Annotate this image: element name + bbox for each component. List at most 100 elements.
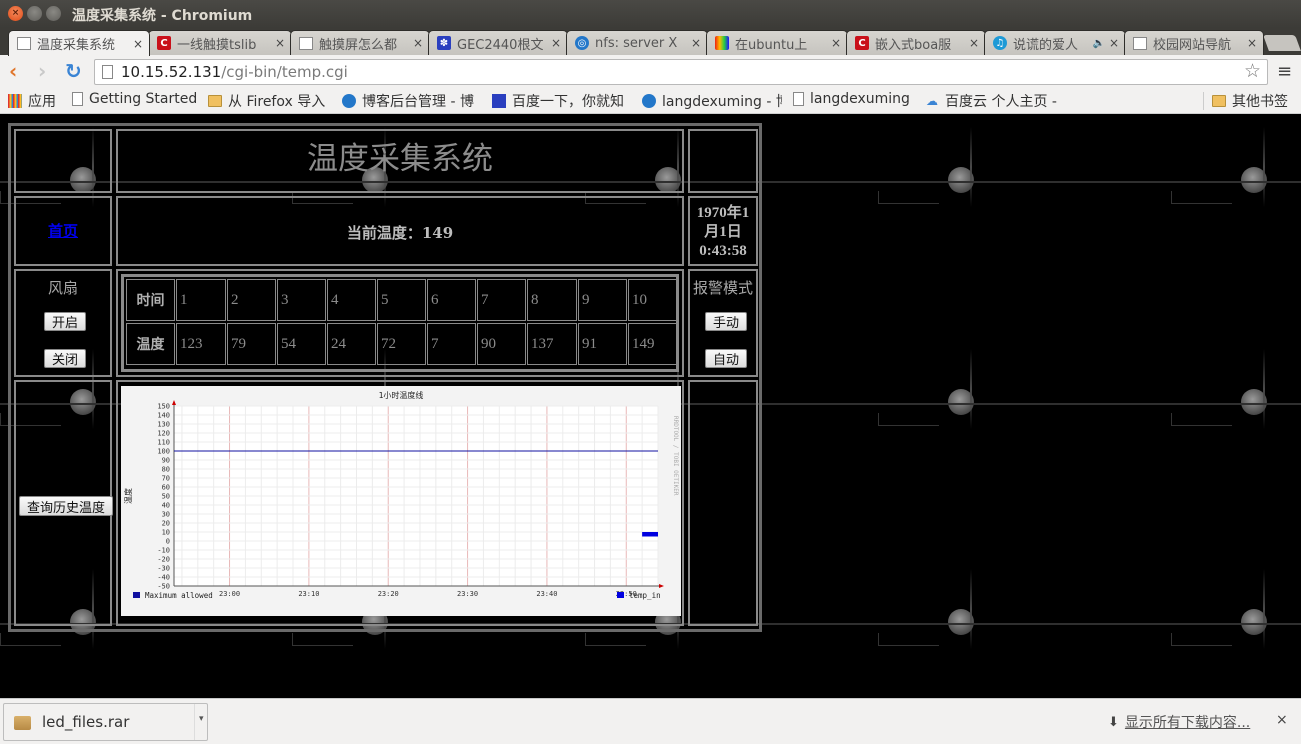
time-cell: 9 — [578, 279, 627, 321]
page-icon — [102, 65, 113, 79]
bookmark-star-icon[interactable]: ☆ — [1244, 60, 1261, 82]
bookmark-label: 应用 — [28, 94, 56, 110]
url-text[interactable]: 10.15.52.131/cgi-bin/temp.cgi — [121, 63, 348, 81]
tab[interactable]: 触摸屏怎么都 × — [290, 30, 430, 55]
tab-close-icon[interactable]: × — [275, 36, 285, 50]
y-tick-label: 110 — [157, 439, 170, 447]
bookmark-item[interactable]: 博客后台管理 - 博 — [342, 91, 474, 111]
chart-svg: 1501401301201101009080706050403020100-10… — [123, 390, 679, 600]
temp-cell: 72 — [377, 323, 426, 365]
tab-close-icon[interactable]: × — [133, 37, 143, 51]
window-maximize-button[interactable] — [46, 6, 61, 21]
temp-cell: 54 — [277, 323, 326, 365]
tab-close-icon[interactable]: × — [1247, 36, 1257, 50]
bookmark-item[interactable]: Getting Started — [72, 91, 197, 107]
temperature-data-table: 时间 1 2 3 4 5 6 7 8 9 10 温度 123 79 54 24 72 7 90 137 91 149 — [121, 274, 679, 372]
url-path: /cgi-bin/temp.cgi — [221, 63, 348, 81]
bookmark-other[interactable]: 其他书签 — [1212, 91, 1288, 111]
bookmark-item[interactable]: 从 Firefox 导入 — [208, 91, 325, 111]
time-cell: 4 — [327, 279, 376, 321]
page-icon — [299, 36, 313, 50]
download-item-divider — [194, 704, 195, 740]
home-link[interactable]: 首页 — [16, 220, 110, 241]
main-layout-table: 温度采集系统 首页 当前温度：149 1970年1 月1日 0:43:58 风扇… — [8, 123, 762, 632]
header-left-cell — [14, 129, 112, 193]
tab[interactable]: C 一线触摸tslib × — [148, 30, 292, 55]
bookmark-item[interactable]: 应用 — [8, 91, 56, 111]
temp-cell: 90 — [477, 323, 526, 365]
new-tab-button[interactable] — [1263, 35, 1301, 51]
temperature-chart: 150 140 130 120 110 100 90 80 70 60 50 40 30 20 10 0 -10… — [121, 386, 681, 616]
tab[interactable]: 在ubuntu上 × — [706, 30, 848, 55]
time-cell: 2 — [227, 279, 276, 321]
apps-icon — [8, 94, 22, 108]
tab[interactable]: 温度采集系统 × — [8, 30, 150, 56]
show-all-downloads-link[interactable]: ⬇ 显示所有下载内容... — [1108, 712, 1250, 732]
alarm-mode-label: 报警模式 — [692, 279, 753, 297]
page-icon — [1133, 36, 1147, 50]
archive-icon — [14, 716, 31, 730]
bookmark-item[interactable]: ☁ 百度云 个人主页 - — [925, 91, 1057, 111]
bookmark-label: 百度云 个人主页 - — [945, 94, 1057, 110]
back-button[interactable]: ‹ — [9, 61, 17, 81]
temp-cell: 149 — [628, 323, 678, 365]
tab-strip: 温度采集系统 × C 一线触摸tslib × 触摸屏怎么都 × ✽ GEC2440根文 × ◎ nfs… — [0, 28, 1301, 56]
x-tick-label: 23:40 — [536, 590, 557, 598]
tab-close-icon[interactable]: × — [413, 36, 423, 50]
tab[interactable]: 校园网站导航 × — [1124, 30, 1264, 55]
datetime-line: 0:43:58 — [699, 243, 747, 259]
tab[interactable]: ♫ 说谎的爱人 🔈 × — [984, 30, 1126, 55]
tab-close-icon[interactable]: × — [831, 36, 841, 50]
window-title-bar: × 温度采集系统 - Chromium — [0, 0, 1301, 28]
bookmark-item[interactable]: langdexuming — [793, 91, 910, 107]
tab[interactable]: ◎ nfs: server X × — [566, 30, 708, 55]
series-temp-in-area — [642, 532, 658, 537]
data-table-cell: 时间 1 2 3 4 5 6 7 8 9 10 温度 123 79 54 24 72 7 90 137 91 149 — [116, 269, 684, 377]
address-bar[interactable]: 10.15.52.131/cgi-bin/temp.cgi — [94, 59, 1268, 85]
chart-title: 1小时温度线 — [379, 390, 424, 400]
alarm-auto-button[interactable]: 自动 — [705, 349, 747, 368]
tab-close-icon[interactable]: × — [551, 36, 561, 50]
legend-swatch-maximum-allowed — [133, 592, 140, 598]
query-history-button[interactable]: 查询历史温度 — [19, 496, 113, 516]
header-right-cell — [688, 129, 758, 193]
temp-row-header: 温度 — [126, 323, 175, 365]
bookmark-label: Getting Started — [89, 91, 198, 107]
y-tick-label: 80 — [162, 466, 170, 474]
window-minimize-button[interactable] — [27, 6, 42, 21]
forward-button[interactable]: › — [38, 61, 46, 81]
y-tick-label: -40 — [157, 574, 170, 582]
y-tick-label: -20 — [157, 556, 170, 564]
page-icon — [17, 37, 31, 50]
fan-on-button[interactable]: 开启 — [44, 312, 86, 331]
background-circuit-decoration — [1171, 127, 1267, 207]
fan-off-button[interactable]: 关闭 — [44, 349, 86, 368]
tab-title: GEC2440根文 — [457, 37, 544, 53]
bookmark-label: 博客后台管理 - 博 — [362, 94, 474, 110]
legend-label: temp_in — [629, 591, 661, 600]
alarm-manual-button[interactable]: 手动 — [705, 312, 747, 331]
bookmark-item[interactable]: 百度一下，你就知 — [492, 91, 624, 111]
tab-close-icon[interactable]: × — [1109, 36, 1119, 50]
tab-close-icon[interactable]: × — [691, 36, 701, 50]
tab[interactable]: C 嵌入式boa服 × — [846, 30, 986, 55]
folder-icon — [1212, 95, 1226, 107]
datetime-line: 1970年1 — [696, 205, 750, 221]
reload-button[interactable]: ↻ — [65, 61, 82, 81]
alarm-control-cell: 报警模式 手动 自动 — [688, 269, 758, 377]
blog-icon — [642, 94, 656, 108]
time-cell: 6 — [427, 279, 476, 321]
show-all-downloads-label: 显示所有下载内容... — [1124, 715, 1251, 731]
y-tick-label: 120 — [157, 430, 170, 438]
tab-close-icon[interactable]: × — [969, 36, 979, 50]
window-close-button[interactable]: × — [8, 6, 23, 21]
bookmark-item[interactable]: langdexuming - 博 — [642, 91, 782, 111]
csdn-icon: C — [157, 36, 171, 50]
tab[interactable]: ✽ GEC2440根文 × — [428, 30, 568, 55]
menu-icon[interactable]: ≡ — [1277, 61, 1292, 82]
colorful-icon — [715, 36, 729, 50]
download-item[interactable]: led_files.rar ▾ — [3, 703, 208, 741]
chevron-down-icon[interactable]: ▾ — [199, 714, 204, 724]
close-icon[interactable]: × — [1276, 712, 1288, 728]
temp-cell: 91 — [578, 323, 627, 365]
